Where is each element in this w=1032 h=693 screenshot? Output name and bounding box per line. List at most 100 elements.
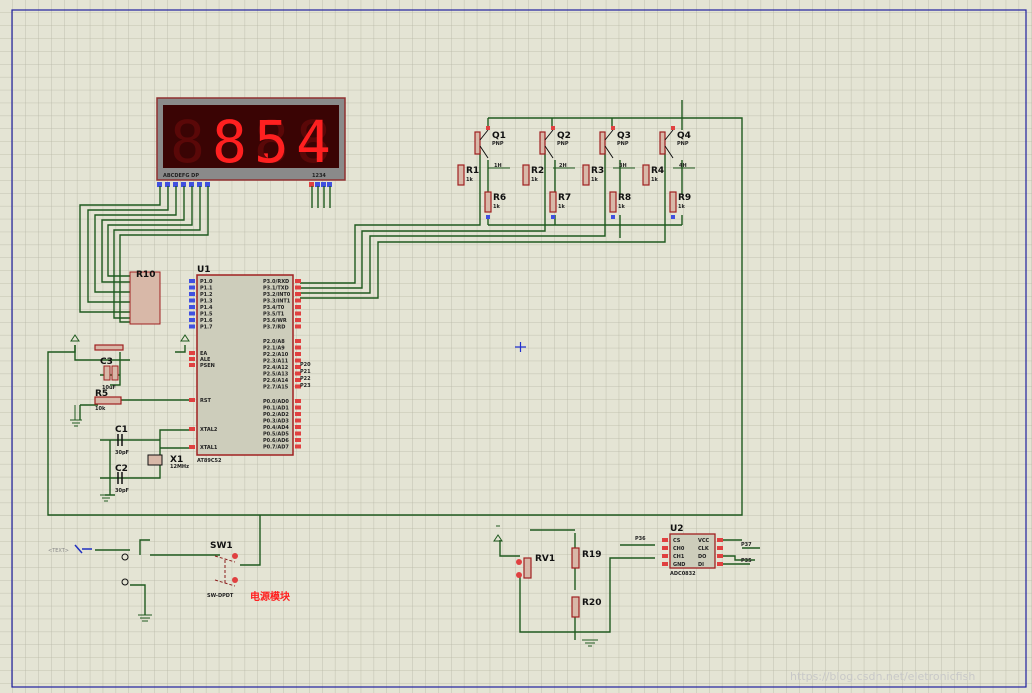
u1-part: AT89C52 bbox=[197, 458, 222, 464]
net-label: 4H bbox=[679, 163, 687, 169]
u2-pin-label: CLK bbox=[698, 546, 710, 552]
resistor-value: 1k bbox=[678, 204, 685, 210]
resistor-value: 1k bbox=[591, 177, 598, 183]
u1-pin-label: P0.4/AD4 bbox=[263, 425, 289, 431]
r19-label: R19 bbox=[582, 550, 601, 560]
u1-pin-label: P2.7/A15 bbox=[263, 385, 289, 391]
net-label: 1H bbox=[494, 163, 502, 169]
resistor-value: 1k bbox=[618, 204, 625, 210]
u1-pin-label: XTAL2 bbox=[200, 427, 218, 433]
u1-pin-label: P0.1/AD1 bbox=[263, 406, 289, 412]
seven-segment-display[interactable]: 8 88.85 84 ABCDEFG DP 1234 bbox=[156, 97, 346, 187]
u1-pin-label: P1.2 bbox=[200, 292, 213, 298]
microcontroller-u1[interactable]: U1 AT89C52 P1.0P1.1P1.2P1.3P1.4P1.5P1.6P… bbox=[189, 265, 311, 464]
u2-pin-label: GND bbox=[673, 562, 685, 568]
c2-value: 30pF bbox=[115, 488, 129, 494]
transistor-type: PNP bbox=[677, 141, 689, 147]
u1-pin-label: P1.0 bbox=[200, 279, 213, 285]
resistor-value: 1k bbox=[493, 204, 500, 210]
u1-pin-label: P1.7 bbox=[200, 325, 213, 331]
u1-pin-label: P2.2/A10 bbox=[263, 352, 289, 358]
u1-pin-label: P2.3/A11 bbox=[263, 359, 289, 365]
u1-pin-label: P0.5/AD5 bbox=[263, 432, 289, 438]
u2-pin-label: CH0 bbox=[673, 546, 685, 552]
net-label: P36 bbox=[635, 536, 646, 542]
resistor-label: R1 bbox=[466, 166, 479, 176]
u1-pin-label: RST bbox=[200, 398, 211, 404]
r5-label: R5 bbox=[95, 389, 108, 399]
resistor-value: 1k bbox=[558, 204, 565, 210]
net-label: P22 bbox=[300, 376, 311, 382]
transistor-type: PNP bbox=[557, 141, 569, 147]
net-label: 3H bbox=[619, 163, 627, 169]
u1-pin-label: PSEN bbox=[200, 363, 215, 369]
digit-pin-label: 1234 bbox=[312, 173, 326, 179]
c1-value: 30pF bbox=[115, 450, 129, 456]
resistor-value: 1k bbox=[651, 177, 658, 183]
net-label: P21 bbox=[300, 369, 311, 375]
power-module-label: 电源模块 bbox=[250, 590, 291, 603]
transistor-type: PNP bbox=[617, 141, 629, 147]
resistor-r4[interactable] bbox=[642, 164, 650, 186]
transistor-q2[interactable] bbox=[539, 131, 546, 155]
u1-pin-label: P2.6/A14 bbox=[263, 378, 289, 384]
u1-pin-label: P0.6/AD6 bbox=[263, 438, 289, 444]
r5-value: 10k bbox=[95, 406, 106, 412]
resistor-r9[interactable] bbox=[669, 191, 677, 213]
resistor-label: R3 bbox=[591, 166, 604, 176]
rv1-label: RV1 bbox=[535, 554, 555, 564]
r10-label: R10 bbox=[136, 270, 155, 280]
u1-pin-label: P3.2/INT0 bbox=[263, 292, 291, 298]
schematic-canvas[interactable]: 8 88.85 84 ABCDEFG DP 1234 Q1PNPR11kR61k1H… bbox=[0, 0, 1032, 693]
transistor-label: Q3 bbox=[617, 131, 631, 141]
c3-label: C3 bbox=[100, 357, 113, 367]
u1-label: U1 bbox=[197, 265, 211, 275]
resistor-label: R4 bbox=[651, 166, 664, 176]
c1-label: C1 bbox=[115, 425, 128, 435]
u1-pin-label: P2.5/A13 bbox=[263, 372, 289, 378]
resistor-r1[interactable] bbox=[457, 164, 465, 186]
u2-pin-label: CS bbox=[673, 538, 681, 544]
u1-pin-label: P2.1/A9 bbox=[263, 346, 285, 352]
transistor-label: Q1 bbox=[492, 131, 506, 141]
resistor-r8[interactable] bbox=[609, 191, 617, 213]
resistor-label: R9 bbox=[678, 193, 691, 203]
x1-value: 12MHz bbox=[170, 464, 189, 470]
u1-pin-label: P2.4/A12 bbox=[263, 365, 289, 371]
digit-ghost: 8 bbox=[170, 108, 205, 176]
u1-pin-label: P0.0/AD0 bbox=[263, 399, 289, 405]
u1-pin-label: P1.3 bbox=[200, 299, 213, 305]
u2-pin-label: DI bbox=[698, 562, 704, 568]
transistor-q1[interactable] bbox=[474, 131, 481, 155]
u1-pin-label: P3.7/RD bbox=[263, 325, 285, 331]
u2-pin-label: CH1 bbox=[673, 554, 685, 560]
segment-pin-label: ABCDEFG DP bbox=[163, 173, 199, 179]
transistor-label: Q4 bbox=[677, 131, 691, 141]
c2-label: C2 bbox=[115, 464, 128, 474]
digit-3: 5 bbox=[254, 108, 289, 176]
transistor-q3[interactable] bbox=[599, 131, 606, 155]
resistor-pack-r10[interactable]: R10 bbox=[129, 270, 161, 325]
resistor-label: R6 bbox=[493, 193, 506, 203]
resistor-r7[interactable] bbox=[549, 191, 557, 213]
resistor-label: R7 bbox=[558, 193, 571, 203]
u1-pin-label: P3.0/RXD bbox=[263, 279, 289, 285]
resistor-r3[interactable] bbox=[582, 164, 590, 186]
transistor-label: Q2 bbox=[557, 131, 571, 141]
net-label: P23 bbox=[300, 383, 311, 389]
net-label: P20 bbox=[300, 362, 311, 368]
u1-pin-label: P3.6/WR bbox=[263, 318, 287, 324]
resistor-label: R2 bbox=[531, 166, 544, 176]
u1-pin-label: P1.5 bbox=[200, 312, 213, 318]
u1-pin-label: XTAL1 bbox=[200, 445, 218, 451]
resistor-r6[interactable] bbox=[484, 191, 492, 213]
u1-pin-label: P0.3/AD3 bbox=[263, 419, 289, 425]
u1-pin-label: P3.3/INT1 bbox=[263, 299, 291, 305]
resistor-r2[interactable] bbox=[522, 164, 530, 186]
resistor-value: 1k bbox=[531, 177, 538, 183]
u1-pin-label: P1.4 bbox=[200, 305, 213, 311]
watermark: https://blog.csdn.net/eletronicfish bbox=[790, 670, 975, 683]
sw1-part: SW-DPDT bbox=[207, 593, 234, 599]
transistor-q4[interactable] bbox=[659, 131, 666, 155]
u1-pin-label: P1.6 bbox=[200, 318, 213, 324]
